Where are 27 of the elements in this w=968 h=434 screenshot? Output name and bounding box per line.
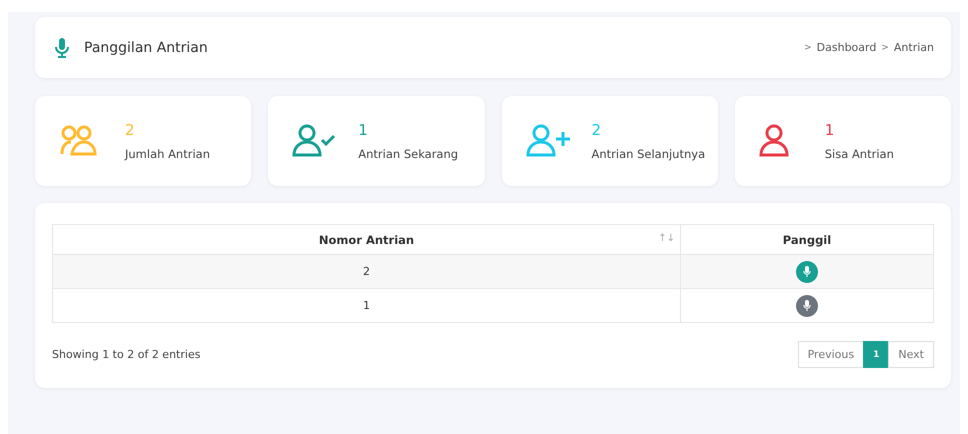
table-cell: 1 xyxy=(52,288,680,322)
page-title: Panggilan Antrian xyxy=(84,40,208,56)
breadcrumb-link[interactable]: Dashboard xyxy=(816,41,876,54)
column-header[interactable]: Nomor Antrian ↑↓ xyxy=(52,224,680,254)
page-button[interactable]: Next xyxy=(888,341,934,368)
stat-value: 1 xyxy=(358,121,369,139)
entries-info: Showing 1 to 2 of 2 entries xyxy=(52,348,200,361)
sort-icon[interactable]: ↑↓ xyxy=(658,233,675,244)
call-button[interactable] xyxy=(796,260,818,282)
table-cell: 2 xyxy=(52,254,680,288)
call-button[interactable] xyxy=(796,294,818,316)
breadcrumb-link[interactable]: Antrian xyxy=(894,41,934,54)
page-button[interactable]: Previous xyxy=(798,341,864,368)
stat-label: Antrian Sekarang xyxy=(358,147,458,161)
stat-label: Antrian Selanjutnya xyxy=(592,147,706,161)
page-button[interactable]: 1 xyxy=(863,341,890,368)
stat-value: 2 xyxy=(125,121,136,139)
breadcrumb-separator: > xyxy=(804,42,812,52)
stat-label: Sisa Antrian xyxy=(824,147,894,161)
microphone-icon xyxy=(803,266,811,278)
stat-label: Jumlah Antrian xyxy=(125,147,210,161)
column-header: Panggil xyxy=(680,224,934,254)
breadcrumb-separator: > xyxy=(881,42,889,52)
microphone-icon xyxy=(803,300,811,312)
stat-value: 1 xyxy=(824,121,836,139)
microphone-icon xyxy=(55,38,69,58)
stat-value: 2 xyxy=(592,121,602,139)
